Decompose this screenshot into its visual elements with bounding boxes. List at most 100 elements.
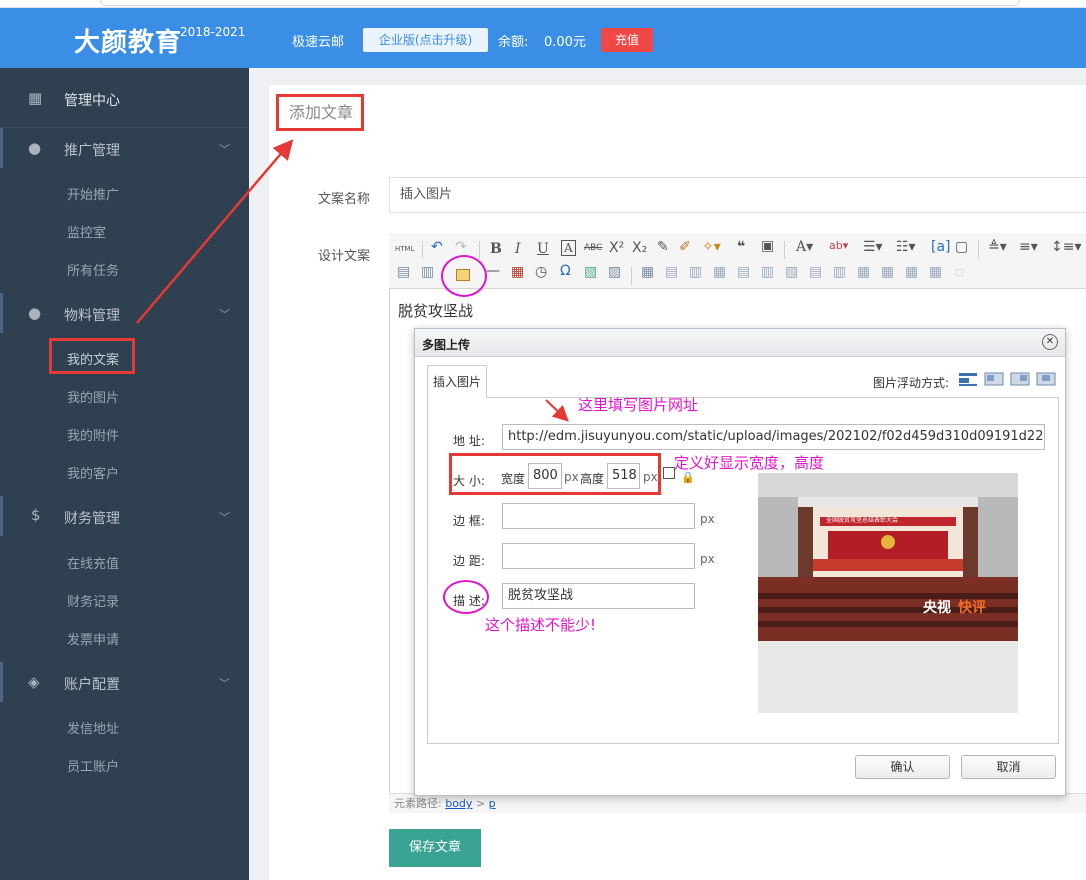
sidebar-group-material[interactable]: ● 物料管理 ﹀ (0, 293, 249, 333)
eraser-icon[interactable]: ✎ (657, 239, 669, 255)
group-bar (0, 293, 3, 333)
toolbar-separator (422, 241, 423, 259)
special-chars-icon[interactable]: Ω (560, 263, 571, 279)
path-body-link[interactable]: body (445, 797, 472, 810)
preview-icon[interactable]: ▨ (608, 264, 621, 280)
line-height-icon[interactable]: ↕≡▾ (1051, 239, 1082, 255)
float-left-icon[interactable] (984, 371, 1004, 387)
table-sort-icon[interactable]: ▫ (955, 264, 965, 280)
cancel-button[interactable]: 取消 (961, 755, 1056, 779)
row-spacing-top-icon[interactable]: ≜▾ (988, 239, 1007, 255)
redo-icon[interactable]: ↷ (455, 239, 467, 255)
desc-input[interactable]: 脱贫攻坚战 (502, 583, 695, 609)
underline-icon[interactable]: U (537, 241, 549, 257)
group-bar (0, 128, 3, 168)
image-none-icon[interactable]: ▤ (397, 264, 410, 280)
sidebar-item-finance-records[interactable]: 财务记录 (67, 591, 119, 610)
horizontal-line-icon[interactable]: — (486, 263, 500, 279)
split-cols-icon[interactable]: ▦ (905, 264, 918, 280)
image-left-icon[interactable]: ▥ (421, 264, 434, 280)
template-icon[interactable]: ▧ (584, 264, 597, 280)
format-brush-icon[interactable]: ✐ (679, 239, 691, 255)
preview-watermark-accent: 快评 (958, 600, 986, 616)
quote-icon[interactable]: ❝ (737, 239, 745, 255)
sidebar-group-label: 财务管理 (64, 511, 120, 527)
ordered-list-icon[interactable]: ☰▾ (863, 239, 883, 255)
float-right-icon[interactable] (1010, 371, 1030, 387)
sidebar-item-my-attachments[interactable]: 我的附件 (67, 425, 119, 444)
split-cells-icon[interactable]: ▦ (857, 264, 870, 280)
sidebar-item-dashboard[interactable]: ▦ 管理中心 (0, 68, 249, 128)
annotation-circle-desc (443, 580, 489, 614)
html-source-icon[interactable]: HTML (395, 245, 414, 253)
service-name: 极速云邮 (292, 35, 345, 50)
annotation-box-size (449, 453, 661, 495)
strikethrough-icon[interactable]: ABC (584, 243, 602, 253)
table-align-icon[interactable]: ▦ (929, 264, 942, 280)
sidebar-item-invoice[interactable]: 发票申请 (67, 629, 119, 648)
sidebar-item-sender-address[interactable]: 发信地址 (67, 718, 119, 737)
brand-logo[interactable]: 大颜教育 (74, 22, 182, 59)
save-article-button[interactable]: 保存文章 (389, 829, 481, 867)
sidebar-item-monitor[interactable]: 监控室 (67, 222, 106, 241)
clear-doc-icon[interactable]: ▢ (955, 239, 968, 255)
sidebar-item-label: 管理中心 (64, 93, 120, 109)
top-header: 大颜教育 2018-2021 极速云邮 企业版(点击升级) 余额: 0.00元 … (0, 0, 1086, 68)
sidebar-item-tasks[interactable]: 所有任务 (67, 260, 119, 279)
sidebar-group-finance[interactable]: $ 财务管理 ﹀ (0, 496, 249, 536)
table-props-icon[interactable]: ▤ (665, 264, 678, 280)
sidebar-group-label: 推广管理 (64, 143, 120, 159)
margin-input[interactable] (502, 543, 695, 569)
path-p-link[interactable]: p (489, 797, 496, 810)
spellcheck-icon[interactable]: [a] (931, 239, 951, 255)
border-input[interactable] (502, 503, 695, 529)
chevron-down-icon: ﹀ (219, 308, 230, 321)
sidebar-group-label: 账户配置 (64, 677, 120, 693)
paste-plain-icon[interactable]: ▣ (761, 238, 774, 254)
confirm-button[interactable]: 确认 (855, 755, 950, 779)
image-preview: 全国脱贫攻坚总结表彰大会 央视 快评 (758, 473, 1018, 713)
sidebar-item-staff[interactable]: 员工账户 (67, 756, 119, 775)
italic-icon[interactable]: I (515, 241, 521, 257)
sidebar-group-account[interactable]: ◈ 账户配置 ﹀ (0, 662, 249, 702)
undo-icon[interactable]: ↶ (431, 239, 443, 255)
title-input[interactable]: 插入图片 (389, 177, 1086, 213)
editor-content[interactable]: 脱贫攻坚战 (398, 300, 473, 321)
highlight-icon[interactable]: ab▾ (829, 239, 848, 252)
merge-down-icon[interactable]: ▥ (833, 264, 846, 280)
row-spacing-bottom-icon[interactable]: ≡▾ (1019, 239, 1038, 255)
float-none-icon[interactable] (958, 371, 978, 387)
tab-insert-image[interactable]: 插入图片 (427, 365, 487, 398)
time-icon[interactable]: ◷ (535, 264, 547, 280)
page-title: 添加文章 (276, 94, 364, 131)
autotype-icon[interactable]: ✧▾ (702, 239, 721, 255)
sidebar-item-my-images[interactable]: 我的图片 (67, 387, 119, 406)
bold-icon[interactable]: B (490, 241, 502, 257)
superscript-icon[interactable]: X² (609, 240, 624, 256)
delete-row-icon[interactable]: ▦ (713, 264, 726, 280)
date-icon[interactable]: ▦ (511, 264, 524, 280)
user-icon: ● (28, 139, 42, 157)
delete-col-icon[interactable]: ▥ (761, 264, 774, 280)
group-bar (0, 496, 3, 536)
subscript-icon[interactable]: X₂ (632, 240, 647, 256)
split-rows-icon[interactable]: ▦ (881, 264, 894, 280)
insert-col-icon[interactable]: ▤ (737, 264, 750, 280)
image-url-input[interactable]: http://edm.jisuyunyou.com/static/upload/… (502, 424, 1045, 450)
border-text-icon[interactable]: A (561, 240, 576, 256)
unordered-list-icon[interactable]: ☷▾ (896, 239, 916, 255)
merge-cells-icon[interactable]: ▧ (785, 264, 798, 280)
sidebar-item-my-customers[interactable]: 我的客户 (67, 463, 119, 482)
recharge-button[interactable]: 充值 (601, 28, 653, 52)
merge-right-icon[interactable]: ▤ (809, 264, 822, 280)
path-label: 元素路径: (394, 797, 442, 810)
insert-row-icon[interactable]: ▥ (689, 264, 702, 280)
upgrade-button[interactable]: 企业版(点击升级) (363, 28, 488, 52)
sidebar-item-start-promo[interactable]: 开始推广 (67, 184, 119, 203)
sidebar-group-promotion[interactable]: ● 推广管理 ﹀ (0, 128, 249, 168)
sidebar-item-recharge[interactable]: 在线充值 (67, 553, 119, 572)
font-color-icon[interactable]: A▾ (796, 239, 813, 255)
table-icon[interactable]: ▦ (641, 264, 654, 280)
close-icon[interactable]: ✕ (1042, 334, 1058, 350)
float-center-icon[interactable] (1036, 371, 1056, 387)
